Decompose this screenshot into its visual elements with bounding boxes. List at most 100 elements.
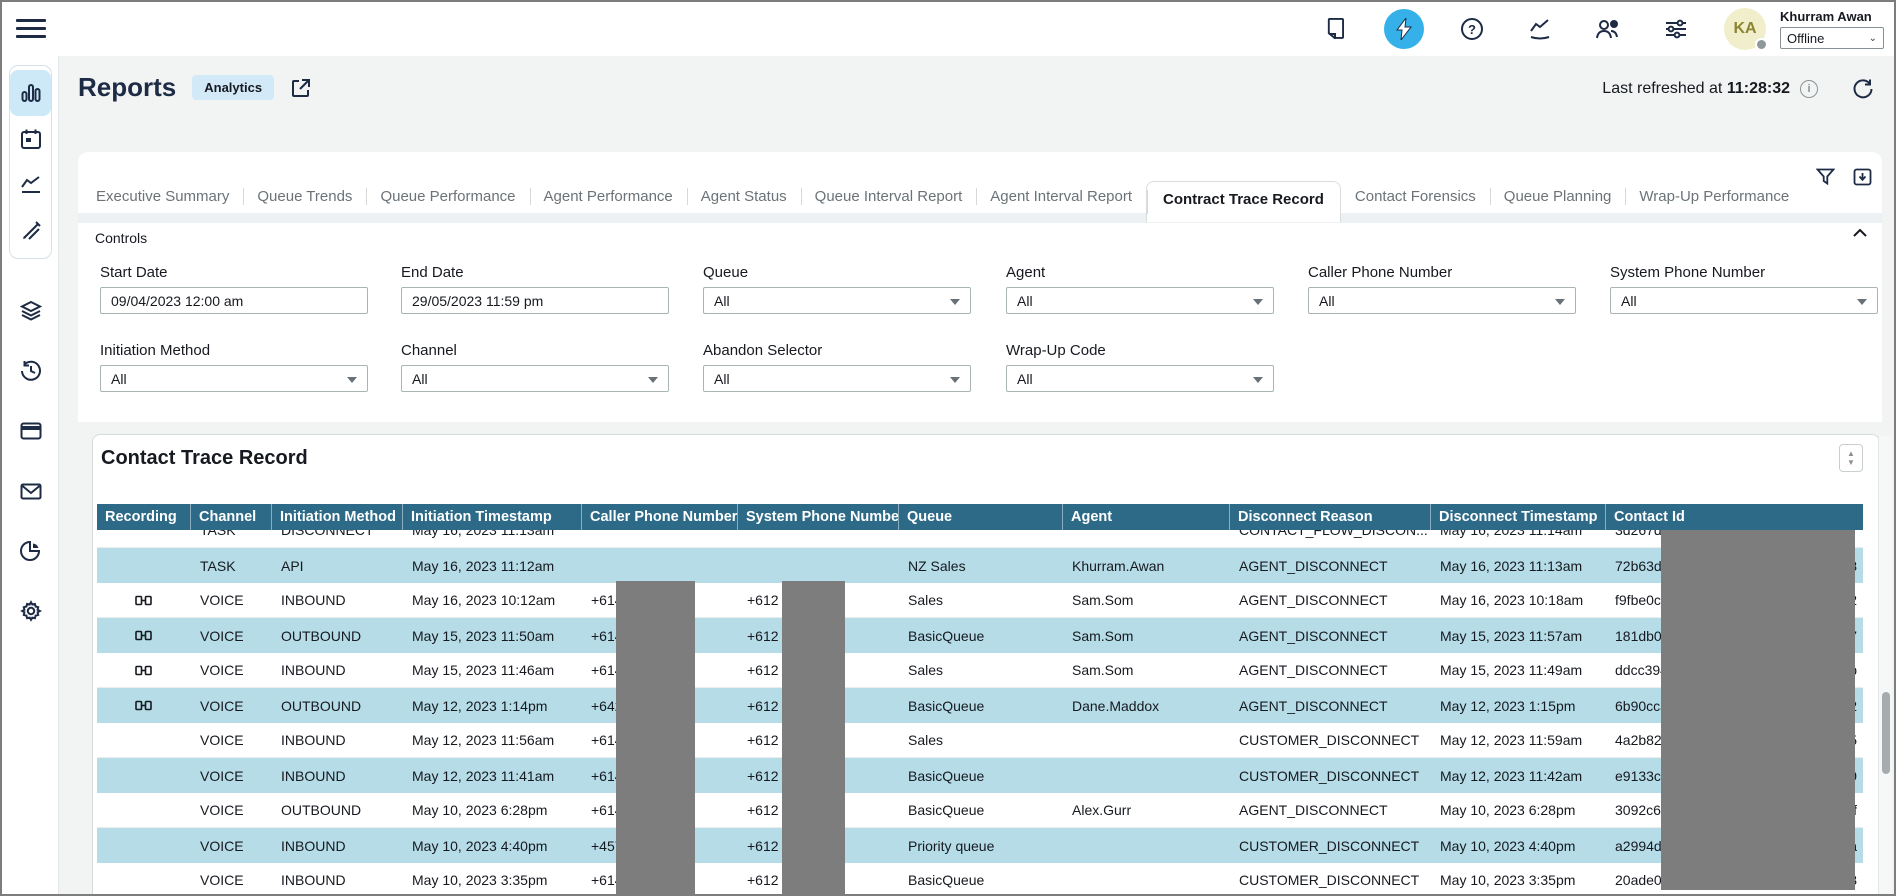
sidebar-item-design-brush[interactable] <box>10 208 51 254</box>
table-row[interactable]: TASKAPIMay 16, 2023 11:12amNZ SalesKhurr… <box>97 548 1863 583</box>
table-row[interactable]: VOICEOUTBOUNDMay 10, 2023 6:28pm+614+612… <box>97 793 1863 828</box>
recording-icon[interactable] <box>135 594 152 607</box>
sidebar-item-settings-gear[interactable] <box>9 588 52 634</box>
input-end-date[interactable]: 29/05/2023 11:59 pm <box>401 287 669 314</box>
cell-queue: BasicQueue <box>898 688 1062 723</box>
table-row[interactable]: VOICEOUTBOUNDMay 12, 2023 1:14pm+642+612… <box>97 688 1863 723</box>
tab-agent-performance[interactable]: Agent Performance <box>530 180 687 213</box>
recording-icon[interactable] <box>135 629 152 642</box>
dropdown-caller-phone-number[interactable]: All <box>1308 287 1576 314</box>
notes-icon[interactable] <box>1316 9 1356 49</box>
table-scroll-stepper[interactable]: ▲▼ <box>1839 444 1863 472</box>
table-row[interactable]: VOICEINBOUNDMay 10, 2023 4:40pm+457+612P… <box>97 828 1863 863</box>
cell-channel: VOICE <box>190 793 271 827</box>
sidebar-item-mail[interactable] <box>9 468 52 514</box>
table-row[interactable]: VOICEINBOUNDMay 12, 2023 11:56am+614+612… <box>97 723 1863 758</box>
cell-disconnect-reason: AGENT_DISCONNECT <box>1229 548 1430 583</box>
sidebar-item-pie-chart[interactable] <box>9 528 52 574</box>
dropdown-queue[interactable]: All <box>703 287 971 314</box>
filter-field-abandon-selector: Abandon Selector All <box>703 342 971 392</box>
field-label: Agent <box>1006 264 1274 281</box>
contact-id-fragment: 3d267d <box>1615 530 1662 538</box>
bar-chart-icon <box>20 82 42 104</box>
metrics-icon[interactable] <box>1520 9 1560 49</box>
last-refreshed-label: Last refreshed at <box>1602 80 1722 97</box>
tab-queue-performance[interactable]: Queue Performance <box>366 180 529 213</box>
column-header-recording[interactable]: Recording <box>97 504 190 530</box>
filters-sliders-icon[interactable] <box>1656 9 1696 49</box>
tab-agent-interval-report[interactable]: Agent Interval Report <box>976 180 1146 213</box>
tab-queue-interval-report[interactable]: Queue Interval Report <box>801 180 977 213</box>
tab-queue-planning[interactable]: Queue Planning <box>1490 180 1626 213</box>
cell-disconnect-reason: AGENT_DISCONNECT <box>1229 618 1430 653</box>
download-icon[interactable] <box>1853 168 1872 186</box>
tab-wrap-up-performance[interactable]: Wrap-Up Performance <box>1625 180 1803 213</box>
tab-agent-status[interactable]: Agent Status <box>687 180 801 213</box>
column-header-agent[interactable]: Agent <box>1062 504 1229 530</box>
recording-icon[interactable] <box>135 699 152 712</box>
cell-disconnect-timestamp: May 15, 2023 11:49am <box>1430 653 1605 687</box>
input-start-date[interactable]: 09/04/2023 12:00 am <box>100 287 368 314</box>
users-icon[interactable] <box>1588 9 1628 49</box>
table-row[interactable]: VOICEINBOUNDMay 15, 2023 11:46am+614+612… <box>97 653 1863 688</box>
external-link-icon[interactable] <box>290 77 312 99</box>
status-select[interactable]: Offline ⌄ <box>1780 27 1884 49</box>
column-header-contact-id[interactable]: Contact Id <box>1605 504 1859 530</box>
cell-initiation-timestamp: May 16, 2023 11:13am <box>402 530 581 538</box>
sidebar-item-history[interactable] <box>9 348 52 394</box>
sidebar-item-line-chart[interactable] <box>10 162 51 208</box>
realtime-bolt-icon[interactable] <box>1384 9 1424 49</box>
cell-initiation-method: INBOUND <box>271 653 402 687</box>
scrollbar-thumb[interactable] <box>1882 692 1890 774</box>
dropdown-wrap-up-code[interactable]: All <box>1006 365 1274 392</box>
sidebar-item-bar-chart[interactable] <box>10 70 51 116</box>
dropdown-initiation-method[interactable]: All <box>100 365 368 392</box>
sidebar-item-browser-window[interactable] <box>9 408 52 454</box>
dropdown-channel[interactable]: All <box>401 365 669 392</box>
column-header-queue[interactable]: Queue <box>898 504 1062 530</box>
dropdown-system-phone-number[interactable]: All <box>1610 287 1878 314</box>
sidebar-loose <box>9 288 52 634</box>
hamburger-menu-icon[interactable] <box>16 13 46 43</box>
cell-disconnect-timestamp: May 16, 2023 11:13am <box>1430 548 1605 583</box>
column-header-channel[interactable]: Channel <box>190 504 271 530</box>
cell-disconnect-reason: AGENT_DISCONNECT <box>1229 793 1430 827</box>
dropdown-agent[interactable]: All <box>1006 287 1274 314</box>
cell-channel: VOICE <box>190 688 271 723</box>
tab-executive-summary[interactable]: Executive Summary <box>82 180 243 213</box>
help-icon[interactable]: ? <box>1452 9 1492 49</box>
table-row[interactable]: VOICEOUTBOUNDMay 15, 2023 11:50am+614+61… <box>97 618 1863 653</box>
table-row[interactable]: TASKDISCONNECTMay 16, 2023 11:13amCONTAC… <box>97 530 1863 548</box>
table-row[interactable]: VOICEINBOUNDMay 12, 2023 11:41am+614+612… <box>97 758 1863 793</box>
cell-disconnect-reason: CUSTOMER_DISCONNECT <box>1229 863 1430 896</box>
last-refreshed-time: 11:28:32 <box>1727 80 1790 97</box>
recording-icon[interactable] <box>135 664 152 677</box>
field-label: Abandon Selector <box>703 342 971 359</box>
contact-id-fragment: 72b63d <box>1615 558 1662 574</box>
filter-icon[interactable] <box>1816 168 1835 186</box>
table-row[interactable]: VOICEINBOUNDMay 16, 2023 10:12am+614+612… <box>97 583 1863 618</box>
dropdown-abandon-selector[interactable]: All <box>703 365 971 392</box>
column-header-disconnect-timestamp[interactable]: Disconnect Timestamp <box>1430 504 1605 530</box>
column-header-system-phone-number[interactable]: System Phone Number <box>737 504 898 530</box>
tab-queue-trends[interactable]: Queue Trends <box>243 180 366 213</box>
avatar[interactable]: KA <box>1724 8 1766 50</box>
tab-contract-trace-record[interactable]: Contract Trace Record <box>1146 181 1341 222</box>
sidebar-item-layers[interactable] <box>9 288 52 334</box>
cell-system-phone-number <box>737 548 898 583</box>
info-icon[interactable]: i <box>1800 80 1818 98</box>
collapse-chevron-icon[interactable] <box>1852 228 1868 238</box>
column-header-caller-phone-number[interactable]: Caller Phone Number <box>581 504 737 530</box>
page-scrollbar[interactable] <box>1878 436 1892 894</box>
column-header-disconnect-reason[interactable]: Disconnect Reason <box>1229 504 1430 530</box>
cell-queue <box>898 530 1062 538</box>
column-header-initiation-timestamp[interactable]: Initiation Timestamp <box>402 504 581 530</box>
cell-initiation-timestamp: May 12, 2023 11:56am <box>402 723 581 757</box>
tab-contact-forensics[interactable]: Contact Forensics <box>1341 180 1490 213</box>
column-header-initiation-method[interactable]: Initiation Method <box>271 504 402 530</box>
sidebar-item-calendar[interactable] <box>10 116 51 162</box>
cell-recording <box>97 793 190 827</box>
refresh-icon[interactable] <box>1852 78 1874 100</box>
cell-queue: Sales <box>898 653 1062 687</box>
table-row[interactable]: VOICEINBOUNDMay 10, 2023 3:35pm+614+612B… <box>97 863 1863 896</box>
